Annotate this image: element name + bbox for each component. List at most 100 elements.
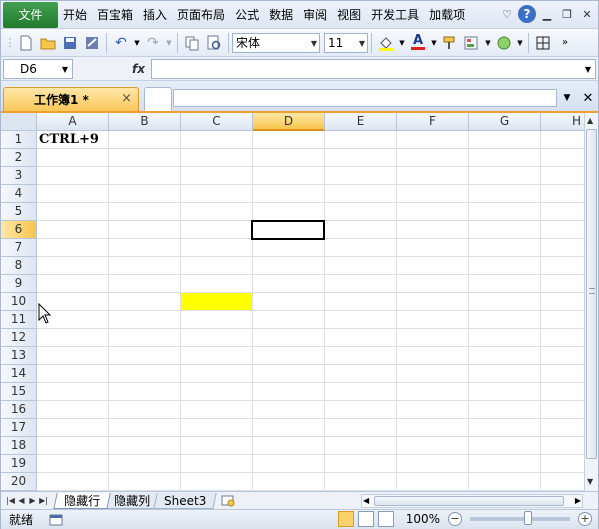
zoom-slider[interactable] xyxy=(470,511,570,525)
row-header-17[interactable]: 17 xyxy=(1,419,37,437)
restore-icon[interactable]: ❐ xyxy=(558,4,576,24)
conditional-format-dropdown-icon[interactable]: ▼ xyxy=(485,34,491,52)
print-preview-icon[interactable] xyxy=(205,34,223,52)
column-header-C[interactable]: C xyxy=(181,113,253,131)
column-header-F[interactable]: F xyxy=(397,113,469,131)
row-header-3[interactable]: 3 xyxy=(1,167,37,185)
new-document-icon[interactable] xyxy=(17,34,35,52)
column-header-D[interactable]: D xyxy=(253,113,325,131)
format-painter-icon[interactable] xyxy=(441,34,459,52)
sheet-tab-2[interactable]: 隐藏列 xyxy=(103,492,161,509)
cell-A1[interactable]: CTRL+9 xyxy=(39,131,99,149)
row-header-16[interactable]: 16 xyxy=(1,401,37,419)
first-sheet-icon[interactable]: |◀ xyxy=(5,496,16,505)
row-header-7[interactable]: 7 xyxy=(1,239,37,257)
new-tab-button[interactable] xyxy=(144,87,172,111)
row-header-8[interactable]: 8 xyxy=(1,257,37,275)
expand-formula-icon[interactable]: ▼ xyxy=(585,65,591,74)
row-header-6[interactable]: 6 xyxy=(1,221,37,239)
fill-color-dropdown-icon[interactable]: ▼ xyxy=(399,34,405,52)
insert-sheet-icon[interactable] xyxy=(219,492,237,510)
horizontal-scroll-thumb[interactable] xyxy=(374,496,564,506)
menu-toolbox[interactable]: 百宝箱 xyxy=(92,4,138,26)
row-header-11[interactable]: 11 xyxy=(1,311,37,329)
row-header-19[interactable]: 19 xyxy=(1,455,37,473)
undo-dropdown-icon[interactable]: ▼ xyxy=(134,34,140,52)
menu-data[interactable]: 数据 xyxy=(264,4,298,26)
menu-home[interactable]: 开始 xyxy=(58,4,92,26)
font-color-dropdown-icon[interactable]: ▼ xyxy=(431,34,437,52)
row-header-14[interactable]: 14 xyxy=(1,365,37,383)
menu-formulas[interactable]: 公式 xyxy=(230,4,264,26)
normal-view-icon[interactable] xyxy=(337,511,354,527)
row-header-12[interactable]: 12 xyxy=(1,329,37,347)
next-sheet-icon[interactable]: ▶ xyxy=(27,496,38,505)
help-icon[interactable]: ? xyxy=(518,5,536,23)
redo-icon[interactable]: ↷ xyxy=(144,34,162,52)
row-header-1[interactable]: 1 xyxy=(1,131,37,149)
style-dropdown-icon[interactable]: ▼ xyxy=(517,34,523,52)
font-name-select[interactable]: 宋体 ▼ xyxy=(232,32,320,53)
save-as-icon[interactable] xyxy=(83,34,101,52)
tab-list-dropdown-icon[interactable]: ▼ xyxy=(558,89,576,107)
conditional-format-icon[interactable] xyxy=(463,34,481,52)
active-cell-D6[interactable] xyxy=(251,220,325,240)
menu-view[interactable]: 视图 xyxy=(332,4,366,26)
ribbon-collapse-icon[interactable]: ♡ xyxy=(498,4,516,24)
close-icon[interactable]: × xyxy=(121,91,132,106)
borders-icon[interactable] xyxy=(534,34,552,52)
font-color-icon[interactable]: A xyxy=(409,34,427,52)
horizontal-scrollbar[interactable]: ◀ ▶ xyxy=(361,494,583,508)
fill-color-icon[interactable] xyxy=(377,34,395,52)
scroll-down-icon[interactable]: ▼ xyxy=(587,477,593,486)
last-sheet-icon[interactable]: ▶| xyxy=(38,496,49,505)
page-break-view-icon[interactable] xyxy=(377,511,394,527)
row-header-5[interactable]: 5 xyxy=(1,203,37,221)
formula-input[interactable]: ▼ xyxy=(151,58,596,79)
scroll-left-icon[interactable]: ◀ xyxy=(363,496,369,505)
redo-dropdown-icon[interactable]: ▼ xyxy=(166,34,172,52)
style-icon[interactable] xyxy=(495,34,513,52)
menu-review[interactable]: 审阅 xyxy=(298,4,332,26)
scroll-up-icon[interactable]: ▲ xyxy=(587,116,593,125)
menu-insert[interactable]: 插入 xyxy=(138,4,172,26)
vertical-scroll-thumb[interactable] xyxy=(586,129,597,459)
macro-record-icon[interactable] xyxy=(47,511,65,529)
undo-icon[interactable]: ↶ xyxy=(112,34,130,52)
column-header-A[interactable]: A xyxy=(37,113,109,131)
column-header-G[interactable]: G xyxy=(469,113,541,131)
page-layout-view-icon[interactable] xyxy=(357,511,374,527)
save-icon[interactable] xyxy=(61,34,79,52)
zoom-in-icon[interactable]: + xyxy=(578,512,592,526)
prev-sheet-icon[interactable]: ◀ xyxy=(16,496,27,505)
font-size-select[interactable]: 11 ▼ xyxy=(324,32,368,53)
close-all-tabs-icon[interactable]: ✕ xyxy=(579,89,597,107)
sheet-tab-3[interactable]: Sheet3 xyxy=(153,492,218,509)
row-header-10[interactable]: 10 xyxy=(1,293,37,311)
toolbar-overflow-icon[interactable]: » xyxy=(556,34,574,52)
row-header-13[interactable]: 13 xyxy=(1,347,37,365)
menu-addins[interactable]: 加载项 xyxy=(424,4,470,26)
close-icon[interactable]: ✕ xyxy=(578,4,596,24)
menu-page-layout[interactable]: 页面布局 xyxy=(172,4,230,26)
highlighted-cell-C10[interactable] xyxy=(181,293,252,310)
open-folder-icon[interactable] xyxy=(39,34,57,52)
row-header-20[interactable]: 20 xyxy=(1,473,37,491)
minimize-icon[interactable]: ▁ xyxy=(538,4,556,24)
zoom-out-icon[interactable]: − xyxy=(448,512,462,526)
worksheet-grid[interactable]: ABCDEFGH 1 2 3 4 5 6 7 8 9 10 11 12 13 14 15 16 17 18 19 20… xyxy=(1,113,584,491)
column-header-B[interactable]: B xyxy=(109,113,181,131)
file-menu-button[interactable]: 文件 xyxy=(3,1,58,28)
copy-icon[interactable] xyxy=(183,34,201,52)
sheet-tab-1[interactable]: 隐藏行 xyxy=(53,492,111,509)
vertical-scrollbar[interactable]: ▲ ▼ xyxy=(584,113,598,491)
document-tab-workbook1[interactable]: 工作簿1 * × xyxy=(3,87,139,111)
row-header-15[interactable]: 15 xyxy=(1,383,37,401)
select-all-corner[interactable] xyxy=(1,113,37,131)
row-header-4[interactable]: 4 xyxy=(1,185,37,203)
column-header-H[interactable]: H xyxy=(541,113,584,131)
row-header-2[interactable]: 2 xyxy=(1,149,37,167)
column-header-E[interactable]: E xyxy=(325,113,397,131)
row-header-18[interactable]: 18 xyxy=(1,437,37,455)
name-box[interactable]: D6 ▼ xyxy=(3,58,73,79)
